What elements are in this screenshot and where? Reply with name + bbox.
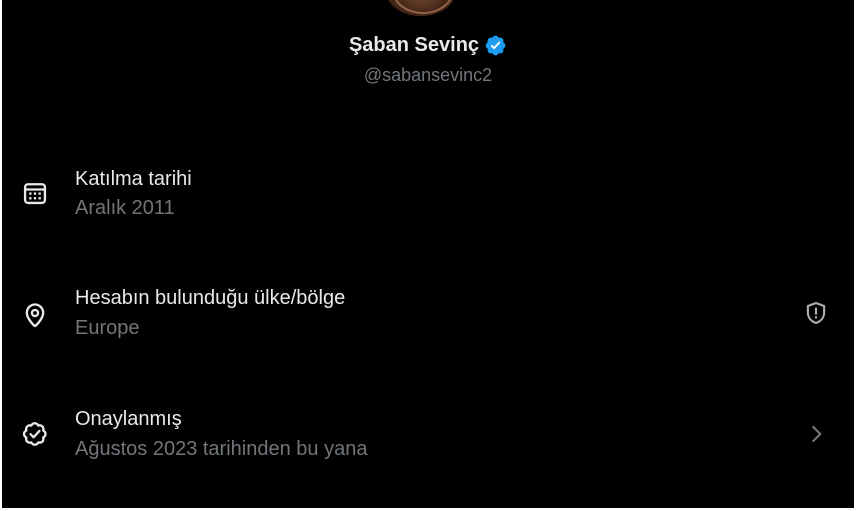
detail-value: Ağustos 2023 tarihinden bu yana xyxy=(75,438,368,460)
chevron-right-icon[interactable] xyxy=(803,421,829,447)
profile-name: Şaban Sevinç xyxy=(348,34,480,56)
profile-name-row: Şaban Sevinç xyxy=(2,30,854,60)
detail-row-join-date: Katılma tarihi Aralık 2011 xyxy=(2,162,854,232)
shield-alert-icon[interactable] xyxy=(803,300,829,326)
verified-badge-icon[interactable] xyxy=(484,34,507,57)
account-about-panel: Şaban Sevinç @sabansevinc2 Katılma tarih… xyxy=(2,0,854,508)
avatar[interactable] xyxy=(386,0,456,16)
detail-title: Hesabın bulunduğu ülke/bölge xyxy=(75,287,346,309)
verified-check-icon xyxy=(21,420,49,448)
detail-title: Onaylanmış xyxy=(75,408,182,430)
profile-handle: @sabansevinc2 xyxy=(363,65,493,85)
detail-row-verified[interactable]: Onaylanmış Ağustos 2023 tarihinden bu ya… xyxy=(2,403,854,473)
detail-value: Europe xyxy=(75,317,140,339)
detail-title: Katılma tarihi xyxy=(75,168,192,190)
calendar-icon xyxy=(21,179,49,207)
location-pin-icon xyxy=(21,301,49,329)
detail-row-account-location: Hesabın bulunduğu ülke/bölge Europe xyxy=(2,282,854,352)
detail-value: Aralık 2011 xyxy=(75,197,175,219)
